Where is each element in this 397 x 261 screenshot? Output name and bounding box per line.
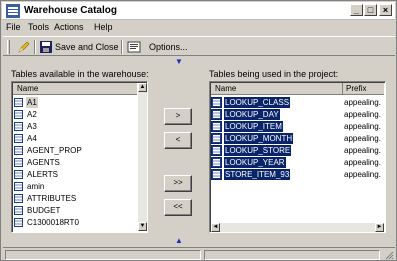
table-icon <box>14 98 23 107</box>
table-name: LOOKUP_DAY <box>224 109 280 120</box>
save-and-close-button[interactable]: Save and Close <box>55 42 119 52</box>
toolbar: Save and Close Options... <box>3 36 395 56</box>
table-prefix: appealing. <box>344 110 381 119</box>
name-column-header[interactable]: Name <box>215 83 236 94</box>
table-icon <box>14 194 23 203</box>
prefix-column-header[interactable]: Prefix <box>342 83 366 94</box>
table-icon <box>14 122 23 131</box>
project-list-header: Name Prefix <box>211 83 384 95</box>
available-list-header: Name <box>13 83 137 95</box>
table-prefix: appealing. <box>344 170 381 179</box>
project-table-row[interactable]: LOOKUP_STORE appealing. <box>211 145 383 156</box>
table-icon <box>14 170 23 179</box>
table-name: A2 <box>27 110 37 119</box>
warehouse-catalog-icon <box>6 4 20 18</box>
project-table-row[interactable]: LOOKUP_DAY appealing. <box>211 109 383 120</box>
table-name: AGENTS <box>27 158 60 167</box>
table-name: LOOKUP_YEAR <box>224 157 286 168</box>
table-name: LOOKUP_STORE <box>224 145 292 156</box>
menu-file[interactable]: File <box>6 22 21 32</box>
table-name: LOOKUP_ITEM <box>224 121 283 132</box>
expand-arrow-up-icon[interactable]: ▲ <box>175 237 183 245</box>
table-icon <box>211 157 222 168</box>
vertical-scrollbar[interactable]: ▲ ▼ <box>138 83 147 231</box>
project-table-row[interactable]: LOOKUP_MONTH appealing. <box>211 133 383 144</box>
project-table-row[interactable]: LOOKUP_YEAR appealing. <box>211 157 383 168</box>
table-name: ATTRIBUTES <box>27 194 77 203</box>
table-icon <box>211 169 222 180</box>
available-tables-label: Tables available in the warehouse: <box>11 69 149 79</box>
table-icon <box>14 206 23 215</box>
table-icon <box>211 109 222 120</box>
table-prefix: appealing. <box>344 158 381 167</box>
table-icon <box>14 134 23 143</box>
scroll-up-button[interactable]: ▲ <box>138 83 147 92</box>
project-table-row[interactable]: LOOKUP_ITEM appealing. <box>211 121 383 132</box>
minimize-button[interactable]: _ <box>350 4 363 16</box>
table-name: A3 <box>27 122 37 131</box>
table-icon <box>14 158 23 167</box>
collapse-arrow-down-icon[interactable]: ▼ <box>175 58 183 66</box>
table-icon <box>14 182 23 191</box>
table-name: A1 <box>26 97 38 108</box>
table-icon <box>211 121 222 132</box>
table-icon <box>14 146 23 155</box>
table-name: BUDGET <box>27 206 61 215</box>
table-prefix: appealing. <box>344 98 381 107</box>
table-name: A4 <box>27 134 37 143</box>
table-name: LOOKUP_MONTH <box>224 133 294 144</box>
table-icon <box>14 110 23 119</box>
table-prefix: appealing. <box>344 122 381 131</box>
name-column-header[interactable]: Name <box>17 83 38 94</box>
project-table-row[interactable]: LOOKUP_CLASS appealing. <box>211 97 383 108</box>
horizontal-scrollbar[interactable]: ◄ ► <box>211 223 384 232</box>
menu-help[interactable]: Help <box>94 22 113 32</box>
project-table-row[interactable]: STORE_ITEM_93 appealing. <box>211 169 383 180</box>
table-name: ALERTS <box>27 170 58 179</box>
table-name: LOOKUP_CLASS <box>224 97 291 108</box>
status-bar <box>3 247 395 260</box>
table-name: amin <box>27 182 45 191</box>
close-button[interactable]: × <box>379 4 392 16</box>
table-name: AGENT_PROP <box>27 146 82 155</box>
table-icon <box>14 218 23 227</box>
options-icon <box>127 41 141 53</box>
title-bar[interactable]: Warehouse Catalog _ □ × <box>2 2 395 20</box>
table-icon <box>211 97 222 108</box>
remove-all-button[interactable]: << <box>164 199 192 216</box>
warehouse-catalog-window: Warehouse Catalog _ □ × File Tools Actio… <box>0 0 397 261</box>
table-prefix: appealing. <box>344 134 381 143</box>
menu-tools[interactable]: Tools <box>28 22 49 32</box>
remove-selected-button[interactable]: < <box>164 132 192 149</box>
window-title: Warehouse Catalog <box>24 5 117 16</box>
scroll-down-button[interactable]: ▼ <box>138 222 147 231</box>
add-selected-button[interactable]: > <box>164 108 192 125</box>
pencil-icon[interactable] <box>17 40 31 54</box>
project-tables-label: Tables being used in the project: <box>209 69 339 79</box>
toolbar-separator <box>121 40 123 54</box>
status-pane <box>204 250 380 260</box>
table-name: C1300018RT0 <box>27 218 79 227</box>
table-name: STORE_ITEM_93 <box>224 169 291 180</box>
status-pane <box>5 250 201 260</box>
scroll-right-button[interactable]: ► <box>375 223 384 232</box>
menu-actions[interactable]: Actions <box>54 22 84 32</box>
add-all-button[interactable]: >> <box>164 175 192 192</box>
maximize-button[interactable]: □ <box>364 4 377 16</box>
toolbar-separator <box>34 40 36 54</box>
table-prefix: appealing. <box>344 146 381 155</box>
table-icon <box>211 145 222 156</box>
resize-grip-icon[interactable] <box>384 250 394 260</box>
toolbar-grip[interactable] <box>7 40 10 54</box>
save-icon <box>40 41 52 53</box>
options-button[interactable]: Options... <box>149 42 188 52</box>
project-tables-list[interactable]: Name Prefix LOOKUP_CLASS appealing. LOOKUP… <box>209 81 386 233</box>
scroll-left-button[interactable]: ◄ <box>211 223 220 232</box>
available-tables-list[interactable]: Name ▲ ▼ A1 A2 A3 A4 AGENT_PROP AGENTS ALERTS a… <box>11 81 148 233</box>
table-icon <box>211 133 222 144</box>
